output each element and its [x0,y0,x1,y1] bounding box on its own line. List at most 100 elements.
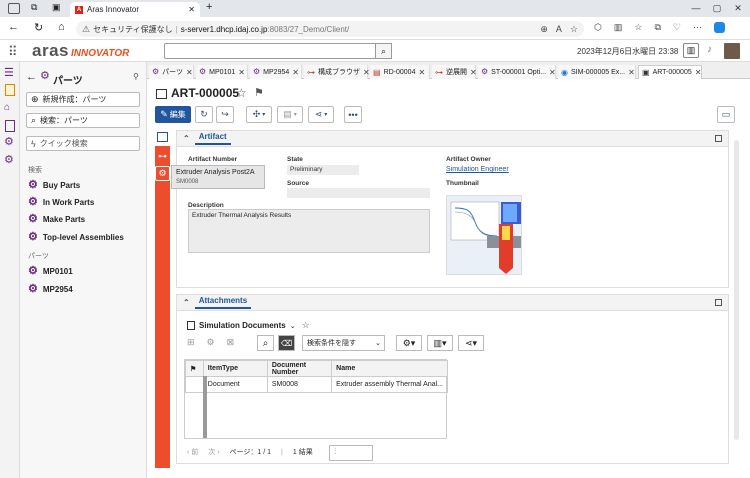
delete-relationship-icon[interactable]: ⊠ [227,337,235,348]
back-icon[interactable]: ← [8,21,19,33]
grid-header-itemtype[interactable]: ItemType [202,360,268,377]
collections-icon[interactable]: ⧉ [654,22,660,33]
tab-structure-browser[interactable]: ⊶ 構成ブラウザ ✕ [304,65,370,79]
grid-header-name[interactable]: Name [331,360,448,377]
split-screen-icon[interactable]: ▥ [614,22,623,33]
quick-search-button[interactable]: ϟ クイック検索 [26,136,140,151]
pick-relationship-icon[interactable]: ⚙ [207,337,215,348]
zoom-icon[interactable]: ⊕ [540,24,548,35]
clear-search-button[interactable]: ⌫ [278,335,295,351]
window-icon[interactable] [8,3,20,14]
tab-parts[interactable]: ⚙ パーツ ✕ [149,65,194,79]
layout-toggle-icon[interactable]: ▥ [683,43,699,58]
search-button[interactable]: ⌕ [375,43,392,59]
extension-icon[interactable]: ⬡ [594,22,602,33]
close-tab-icon[interactable]: ✕ [470,68,477,77]
claim-button[interactable]: ↪ [216,106,234,123]
source-field[interactable] [287,188,430,198]
description-field[interactable]: Extruder Thermal Analysis Results [188,209,430,253]
minimize-icon[interactable]: — [686,2,706,14]
next-page-button[interactable]: 次 › [208,447,219,457]
sidebar-gear-icon[interactable]: ⚙ [155,166,170,181]
grid-header-number[interactable]: Document Number [266,360,333,377]
more-menu-icon[interactable]: ⋯ [693,22,702,33]
copilot-icon[interactable] [713,22,725,33]
inbasket-icon[interactable] [5,84,15,96]
close-tab-icon[interactable]: ✕ [695,68,702,77]
settings-gear-icon[interactable]: ⚙ [4,137,14,148]
tab-where-used[interactable]: ⊶ 逆展開 ✕ [432,65,477,79]
close-tab-icon[interactable]: ✕ [418,68,425,77]
nav-back-icon[interactable]: ← [26,71,37,83]
nav-item-top-level-assemblies[interactable]: ⚙ Top-level Assemblies [28,232,124,243]
url-field[interactable]: ⚠ セキュリティ保護なし | s-server1.dhcp.idaj.co.jp… [76,21,584,37]
owner-link[interactable]: Simulation Engineer [446,166,509,173]
flag-icon[interactable]: ⚑ [254,86,264,99]
nav-item-mp2954[interactable]: ⚙ MP2954 [28,284,73,295]
refresh-button[interactable]: ↻ [195,106,213,123]
grid-scrollbar[interactable] [203,376,207,438]
attachments-section-header[interactable]: ⌃ Attachments [177,295,728,311]
toc-icon[interactable]: ☰ [4,66,14,79]
relationship-favorite-icon[interactable]: ☆ [302,320,310,331]
discussion-button[interactable]: ▭ [717,106,735,123]
document-icon[interactable] [5,120,15,132]
tab-st-000001[interactable]: ⚙ ST-000001 Opti... ✕ [478,65,556,79]
table-row[interactable]: Document SM0008 Extruder assembly Therma… [185,376,448,393]
actions-button[interactable]: ✣ ▾ [246,106,272,123]
home-icon[interactable]: ⌂ [58,21,65,33]
tab-mp0101[interactable]: ⚙ MP0101 ✕ [196,65,248,79]
close-tab-icon[interactable]: ✕ [238,68,245,77]
workflow-icon[interactable]: ⌂ [4,102,10,113]
create-part-button[interactable]: ⊕ 新規作成：パーツ [26,92,140,107]
tab-mp2954[interactable]: ⚙ MP2954 ✕ [250,65,302,79]
pin-icon[interactable]: ⚲ [133,72,139,81]
search-part-button[interactable]: ⌕ 検索：パーツ [26,113,140,128]
thumbnail-image[interactable] [446,195,522,275]
edit-button[interactable]: ✎ 編集 [155,106,191,123]
new-tab-icon[interactable]: + [206,1,212,13]
more-button[interactable]: ••• [344,106,362,123]
browser-tab[interactable]: A Aras Innovator ✕ [70,2,200,17]
nav-item-mp0101[interactable]: ⚙ MP0101 [28,266,73,277]
close-tab-icon[interactable]: ✕ [186,68,193,77]
tab-art-000005[interactable]: ▣ ART-000005 ✕ [638,65,702,79]
close-tab-icon[interactable]: ✕ [292,68,299,77]
run-search-button[interactable]: ⌕ [257,335,274,351]
maximize-section-icon[interactable] [715,299,722,306]
close-tab-icon[interactable]: ✕ [363,68,370,77]
grid-flag-header[interactable]: ⚑ [185,360,204,377]
share-button[interactable]: ⋖▾ [308,106,334,123]
share-button[interactable]: ⋖▾ [458,335,484,351]
collapse-icon[interactable]: ⌃ [183,134,190,143]
close-tab-icon[interactable]: ✕ [549,68,556,77]
relationship-selector[interactable]: Simulation Documents ⌄ ☆ [187,320,310,331]
global-search-input[interactable] [164,43,392,59]
favorite-star-icon[interactable]: ☆ [570,24,578,35]
reports-button[interactable]: ▤ ▾ [277,106,303,123]
nav-item-buy-parts[interactable]: ⚙ Buy Parts [28,180,80,191]
maximize-section-icon[interactable] [715,135,722,142]
tab-rd-00004[interactable]: ▤ RD-00004 ✕ [370,65,430,79]
collapse-icon[interactable]: ⌃ [183,298,190,307]
app-grid-icon[interactable]: ⠿ [8,44,18,60]
workspaces-icon[interactable]: ⧉ [31,2,37,13]
close-tab-icon[interactable]: ✕ [188,5,195,14]
form-view-icon[interactable] [157,132,168,142]
content-scrollbar[interactable] [734,140,739,440]
artifact-section-header[interactable]: ⌃ Artifact [177,131,728,147]
favorite-icon[interactable]: ☆ [236,86,247,100]
close-window-icon[interactable]: ✕ [728,2,748,14]
view-settings-button[interactable]: ⚙▾ [396,335,422,351]
close-tab-icon[interactable]: ✕ [628,68,635,77]
favorites-icon[interactable]: ☆ [634,22,642,33]
user-avatar[interactable] [724,43,740,59]
new-relationship-icon[interactable]: ⊞ [187,337,195,348]
maximize-icon[interactable]: ▢ [707,2,727,14]
read-aloud-icon[interactable]: A [556,24,562,35]
page-size-input[interactable]: ⫶ [329,445,373,461]
notification-bell-icon[interactable]: ♪ [707,44,712,55]
columns-button[interactable]: ▥▾ [427,335,453,351]
artifact-number-field[interactable]: Extruder Analysis Post2A SM0008 [171,165,265,189]
refresh-icon[interactable]: ↻ [34,21,43,34]
